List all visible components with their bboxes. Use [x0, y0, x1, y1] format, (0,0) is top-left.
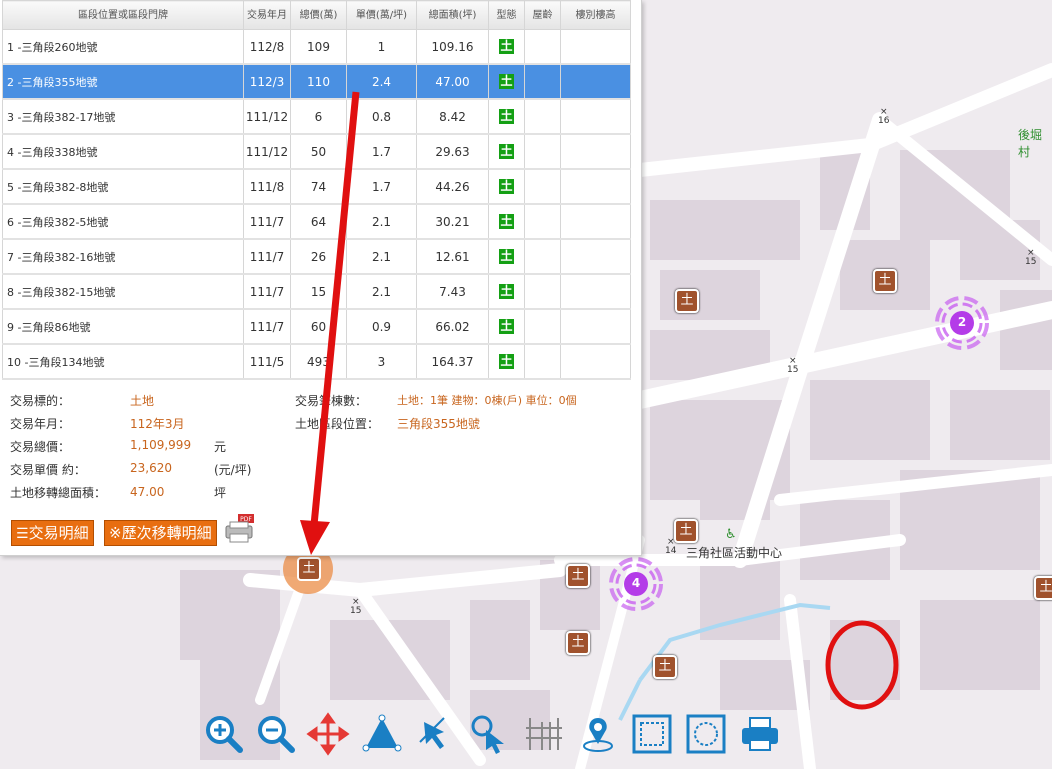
select-arrow-icon[interactable]	[414, 712, 458, 756]
location-pin-icon[interactable]	[576, 712, 620, 756]
zoom-out-icon[interactable]	[254, 712, 298, 756]
road-icon[interactable]	[522, 712, 566, 756]
measure-area-icon[interactable]	[360, 712, 404, 756]
annotation-arrow	[300, 91, 360, 555]
map-toolbar	[195, 712, 795, 762]
print-icon[interactable]	[738, 712, 782, 756]
pan-icon[interactable]	[306, 712, 350, 756]
click-query-icon[interactable]	[468, 712, 512, 756]
frame-circle-icon[interactable]	[684, 712, 728, 756]
frame-select-icon[interactable]	[630, 712, 674, 756]
zoom-in-icon[interactable]	[202, 712, 246, 756]
